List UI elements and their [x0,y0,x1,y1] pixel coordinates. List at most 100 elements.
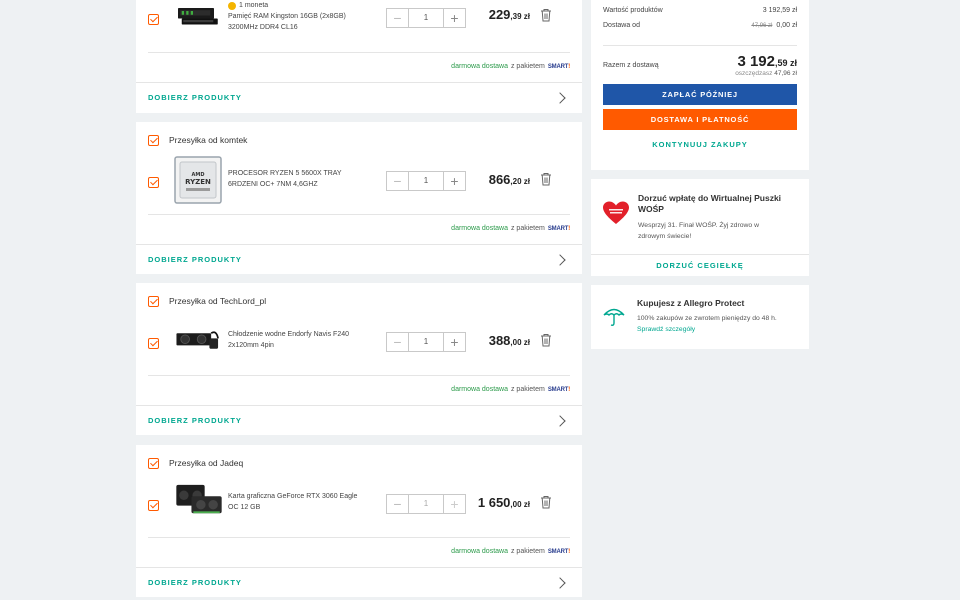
smart-logo: SMART! [547,225,570,232]
cart-item: AMD RYZEN PROCESOR RYZEN 5 5600X TRAY 6R… [148,156,570,204]
svg-text:RYZEN: RYZEN [185,178,211,186]
check-details-link[interactable]: Sprawdź szczegóły [637,326,695,333]
delivery-cost-row: Dostawa od 47,96 zł 0,00 zł [603,22,797,29]
seller-header: Przesyłka od TechLord_pl [148,293,266,309]
seller-card-jadeq: Przesyłka od Jadeq Karta graficzna GeFor… [136,445,582,597]
cart-item: 1 moneta Pamięć RAM Kingston 16GB (2x8GB… [148,0,570,44]
item-price: 229,39 zł [488,7,530,22]
item-checkbox[interactable] [148,338,159,349]
decrease-button[interactable]: − [387,333,409,351]
seller-card-kingston: 1 moneta Pamięć RAM Kingston 16GB (2x8GB… [136,0,582,113]
donate-button[interactable]: DORZUĆ CEGIEŁKĘ [591,254,809,276]
delivery-info: darmowa dostawa z pakietem SMART! [451,63,570,70]
divider [148,214,570,215]
coin-badge: 1 moneta [228,0,368,11]
seller-title: Przesyłka od Jadeq [169,458,244,468]
divider [148,375,570,376]
ram-thumbnail [178,8,218,25]
seller-checkbox[interactable] [148,134,159,146]
umbrella-icon [603,308,625,326]
continue-shopping-link[interactable]: KONTYNUUJ ZAKUPY [591,140,809,149]
seller-checkbox[interactable] [148,457,159,469]
choose-products-link[interactable]: DOBIERZ PRODUKTY [148,93,242,102]
seller-checkbox[interactable] [148,295,159,307]
item-price: 1 650,00 zł [477,495,530,510]
chevron-right-icon[interactable] [554,91,566,104]
choose-products-link[interactable]: DOBIERZ PRODUKTY [148,255,242,264]
cart-item: Karta graficzna GeForce RTX 3060 Eagle O… [148,479,570,527]
delivery-info: darmowa dostawa z pakietem SMART! [451,386,570,393]
quantity-stepper[interactable]: − 1 + [386,8,466,28]
chevron-right-icon[interactable] [554,253,566,266]
quantity-value[interactable]: 1 [409,495,443,513]
smart-logo: SMART! [547,63,570,70]
choose-products-row[interactable]: DOBIERZ PRODUKTY [136,567,582,597]
choose-products-row[interactable]: DOBIERZ PRODUKTY [136,82,582,112]
trash-icon[interactable] [540,8,552,22]
quantity-value[interactable]: 1 [409,333,443,351]
choose-products-row[interactable]: DOBIERZ PRODUKTY [136,244,582,274]
quantity-value[interactable]: 1 [409,172,443,190]
item-name[interactable]: Karta graficzna GeForce RTX 3060 Eagle O… [228,491,368,513]
delivery-payment-button[interactable]: DOSTAWA I PŁATNOŚĆ [603,109,797,130]
decrease-button[interactable]: − [387,495,409,513]
delivery-info: darmowa dostawa z pakietem SMART! [451,548,570,555]
pay-later-button[interactable]: ZAPŁAĆ PÓŹNIEJ [603,84,797,105]
item-name[interactable]: Chłodzenie wodne Endorfy Navis F240 2x12… [228,329,368,351]
divider [148,52,570,53]
item-description: Karta graficzna GeForce RTX 3060 Eagle O… [228,491,368,513]
total-label: Razem z dostawą [603,62,659,69]
increase-button[interactable]: + [443,9,465,27]
heart-icon [603,201,629,224]
trash-icon[interactable] [540,333,552,347]
item-checkbox[interactable] [148,177,159,188]
smart-logo: SMART! [547,548,570,555]
divider [148,537,570,538]
total-value: 3 192,59 zł [737,53,797,70]
quantity-stepper[interactable]: − 1 + [386,494,466,514]
protect-title: Kupujesz z Allegro Protect [637,298,745,308]
divider [603,45,797,46]
item-description: PROCESOR RYZEN 5 5600X TRAY 6RDZENI OC+ … [228,168,368,190]
cart-item: Chłodzenie wodne Endorfy Navis F240 2x12… [148,317,570,365]
item-description: Chłodzenie wodne Endorfy Navis F240 2x12… [228,329,368,351]
smart-logo: SMART! [547,386,570,393]
cpu-thumbnail: AMD RYZEN [174,156,222,204]
item-checkbox[interactable] [148,500,159,511]
decrease-button[interactable]: − [387,9,409,27]
order-summary: Wartość produktów 3 192,59 zł Dostawa od… [591,0,809,170]
allegro-protect-card: Kupujesz z Allegro Protect 100% zakupów … [591,285,809,349]
trash-icon[interactable] [540,172,552,186]
wosp-title: Dorzuć wpłatę do Wirtualnej Puszki WOŚP [638,193,782,214]
item-price: 866,20 zł [488,172,530,187]
trash-icon[interactable] [540,495,552,509]
quantity-stepper[interactable]: − 1 + [386,332,466,352]
gpu-thumbnail [176,484,222,514]
quantity-stepper[interactable]: − 1 + [386,171,466,191]
delivery-info: darmowa dostawa z pakietem SMART! [451,225,570,232]
decrease-button[interactable]: − [387,172,409,190]
item-name[interactable]: Pamięć RAM Kingston 16GB (2x8GB) 3200MHz… [228,11,368,33]
chevron-right-icon[interactable] [554,576,566,589]
cooler-thumbnail [176,331,219,349]
choose-products-link[interactable]: DOBIERZ PRODUKTY [148,578,242,587]
products-value-row: Wartość produktów 3 192,59 zł [603,7,797,14]
wosp-text: Wesprzyj 31. Finał WOŚP. Żyj zdrowo w zd… [638,222,759,240]
increase-button[interactable]: + [443,495,465,513]
seller-title: Przesyłka od komtek [169,135,248,145]
choose-products-link[interactable]: DOBIERZ PRODUKTY [148,416,242,425]
savings: oszczędzasz 47,96 zł [735,70,797,77]
coin-icon [228,1,236,10]
choose-products-row[interactable]: DOBIERZ PRODUKTY [136,405,582,435]
item-checkbox[interactable] [148,14,159,25]
increase-button[interactable]: + [443,172,465,190]
quantity-value[interactable]: 1 [409,9,443,27]
chevron-right-icon[interactable] [554,414,566,427]
increase-button[interactable]: + [443,333,465,351]
item-name[interactable]: PROCESOR RYZEN 5 5600X TRAY 6RDZENI OC+ … [228,168,368,190]
wosp-donation-card: Dorzuć wpłatę do Wirtualnej Puszki WOŚP … [591,179,809,276]
seller-header: Przesyłka od komtek [148,132,247,148]
protect-text: 100% zakupów ze zwrotem pieniędzy do 48 … [637,315,777,333]
seller-card-techlord: Przesyłka od TechLord_pl Chłodzenie wodn… [136,283,582,435]
seller-title: Przesyłka od TechLord_pl [169,296,267,306]
